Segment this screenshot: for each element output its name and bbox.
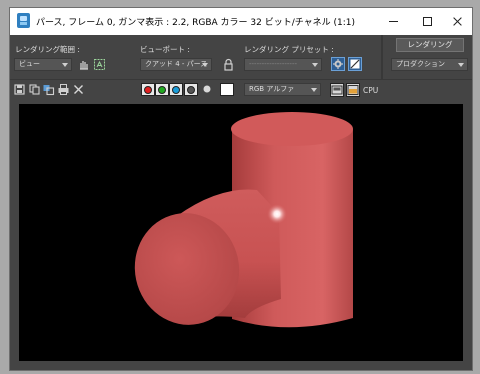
alpha-channel-icon (187, 85, 195, 94)
viewport-value: クアッド 4 - パース (145, 60, 208, 68)
blue-channel-icon (172, 85, 180, 94)
mono-channel-icon[interactable] (202, 84, 212, 94)
render-area-label: レンダリング範囲 : (15, 45, 80, 54)
auto-region-icon[interactable] (93, 58, 106, 71)
preset-label: レンダリング プリセット : (244, 45, 334, 54)
edit-region-icon[interactable] (77, 58, 90, 71)
chevron-down-icon (312, 63, 318, 67)
lock-icon[interactable] (222, 58, 235, 71)
render-mode-dropdown[interactable]: プロダクション (391, 58, 468, 71)
specular-highlight (267, 204, 287, 224)
red-channel-icon (144, 85, 152, 94)
minimize-button[interactable] (376, 8, 410, 35)
window-title: パース, フレーム 0, ガンマ表示 : 2.2, RGBA カラー 32 ビッ… (36, 18, 356, 28)
render-area-dropdown[interactable]: ビュー (14, 58, 72, 71)
panel-divider (381, 35, 383, 79)
chevron-down-icon (62, 63, 68, 67)
chevron-down-icon (458, 63, 464, 67)
swatch-color-icon[interactable] (220, 83, 234, 96)
render-setup-icon[interactable] (331, 57, 345, 71)
preset-dropdown[interactable]: ------------------- (244, 58, 322, 71)
chevron-down-icon (311, 88, 317, 92)
rendered-image (134, 112, 353, 328)
display-channel-value: RGB アルファ (249, 85, 295, 93)
environment-effects-icon[interactable] (348, 57, 362, 71)
render-viewport[interactable] (19, 104, 463, 361)
render-frame-window: パース, フレーム 0, ガンマ表示 : 2.2, RGBA カラー 32 ビッ… (9, 7, 473, 371)
render-button[interactable]: レンダリング (396, 38, 464, 52)
green-channel-icon (158, 85, 166, 94)
chevron-down-icon (202, 63, 208, 67)
display-channel-dropdown[interactable]: RGB アルファ (244, 83, 321, 96)
green-channel-toggle[interactable] (155, 83, 169, 96)
vertical-pipe-top (231, 112, 353, 146)
cpu-label: CPU (363, 86, 379, 95)
save-image-icon[interactable] (13, 83, 26, 96)
copy-image-icon[interactable] (28, 83, 41, 96)
render-area-value: ビュー (19, 60, 40, 68)
viewport-dropdown[interactable]: クアッド 4 - パース (140, 58, 212, 71)
blue-channel-toggle[interactable] (169, 83, 183, 96)
frame-toolbar: RGB アルファ CPU (10, 79, 472, 99)
toggle-ui-icon[interactable] (346, 83, 360, 97)
alpha-channel-toggle[interactable] (184, 83, 198, 96)
clone-frame-icon[interactable] (42, 83, 55, 96)
title-bar: パース, フレーム 0, ガンマ表示 : 2.2, RGBA カラー 32 ビッ… (10, 8, 472, 35)
viewport-label: ビューポート : (140, 45, 190, 54)
toggle-ui-overlay-icon[interactable] (330, 83, 344, 97)
preset-value: ------------------- (249, 60, 297, 68)
clear-image-icon[interactable] (72, 83, 85, 96)
app-icon (17, 13, 30, 28)
red-channel-toggle[interactable] (141, 83, 155, 96)
render-mode-value: プロダクション (396, 60, 445, 68)
print-image-icon[interactable] (57, 83, 70, 96)
close-button[interactable] (442, 8, 472, 35)
maximize-button[interactable] (410, 8, 444, 35)
